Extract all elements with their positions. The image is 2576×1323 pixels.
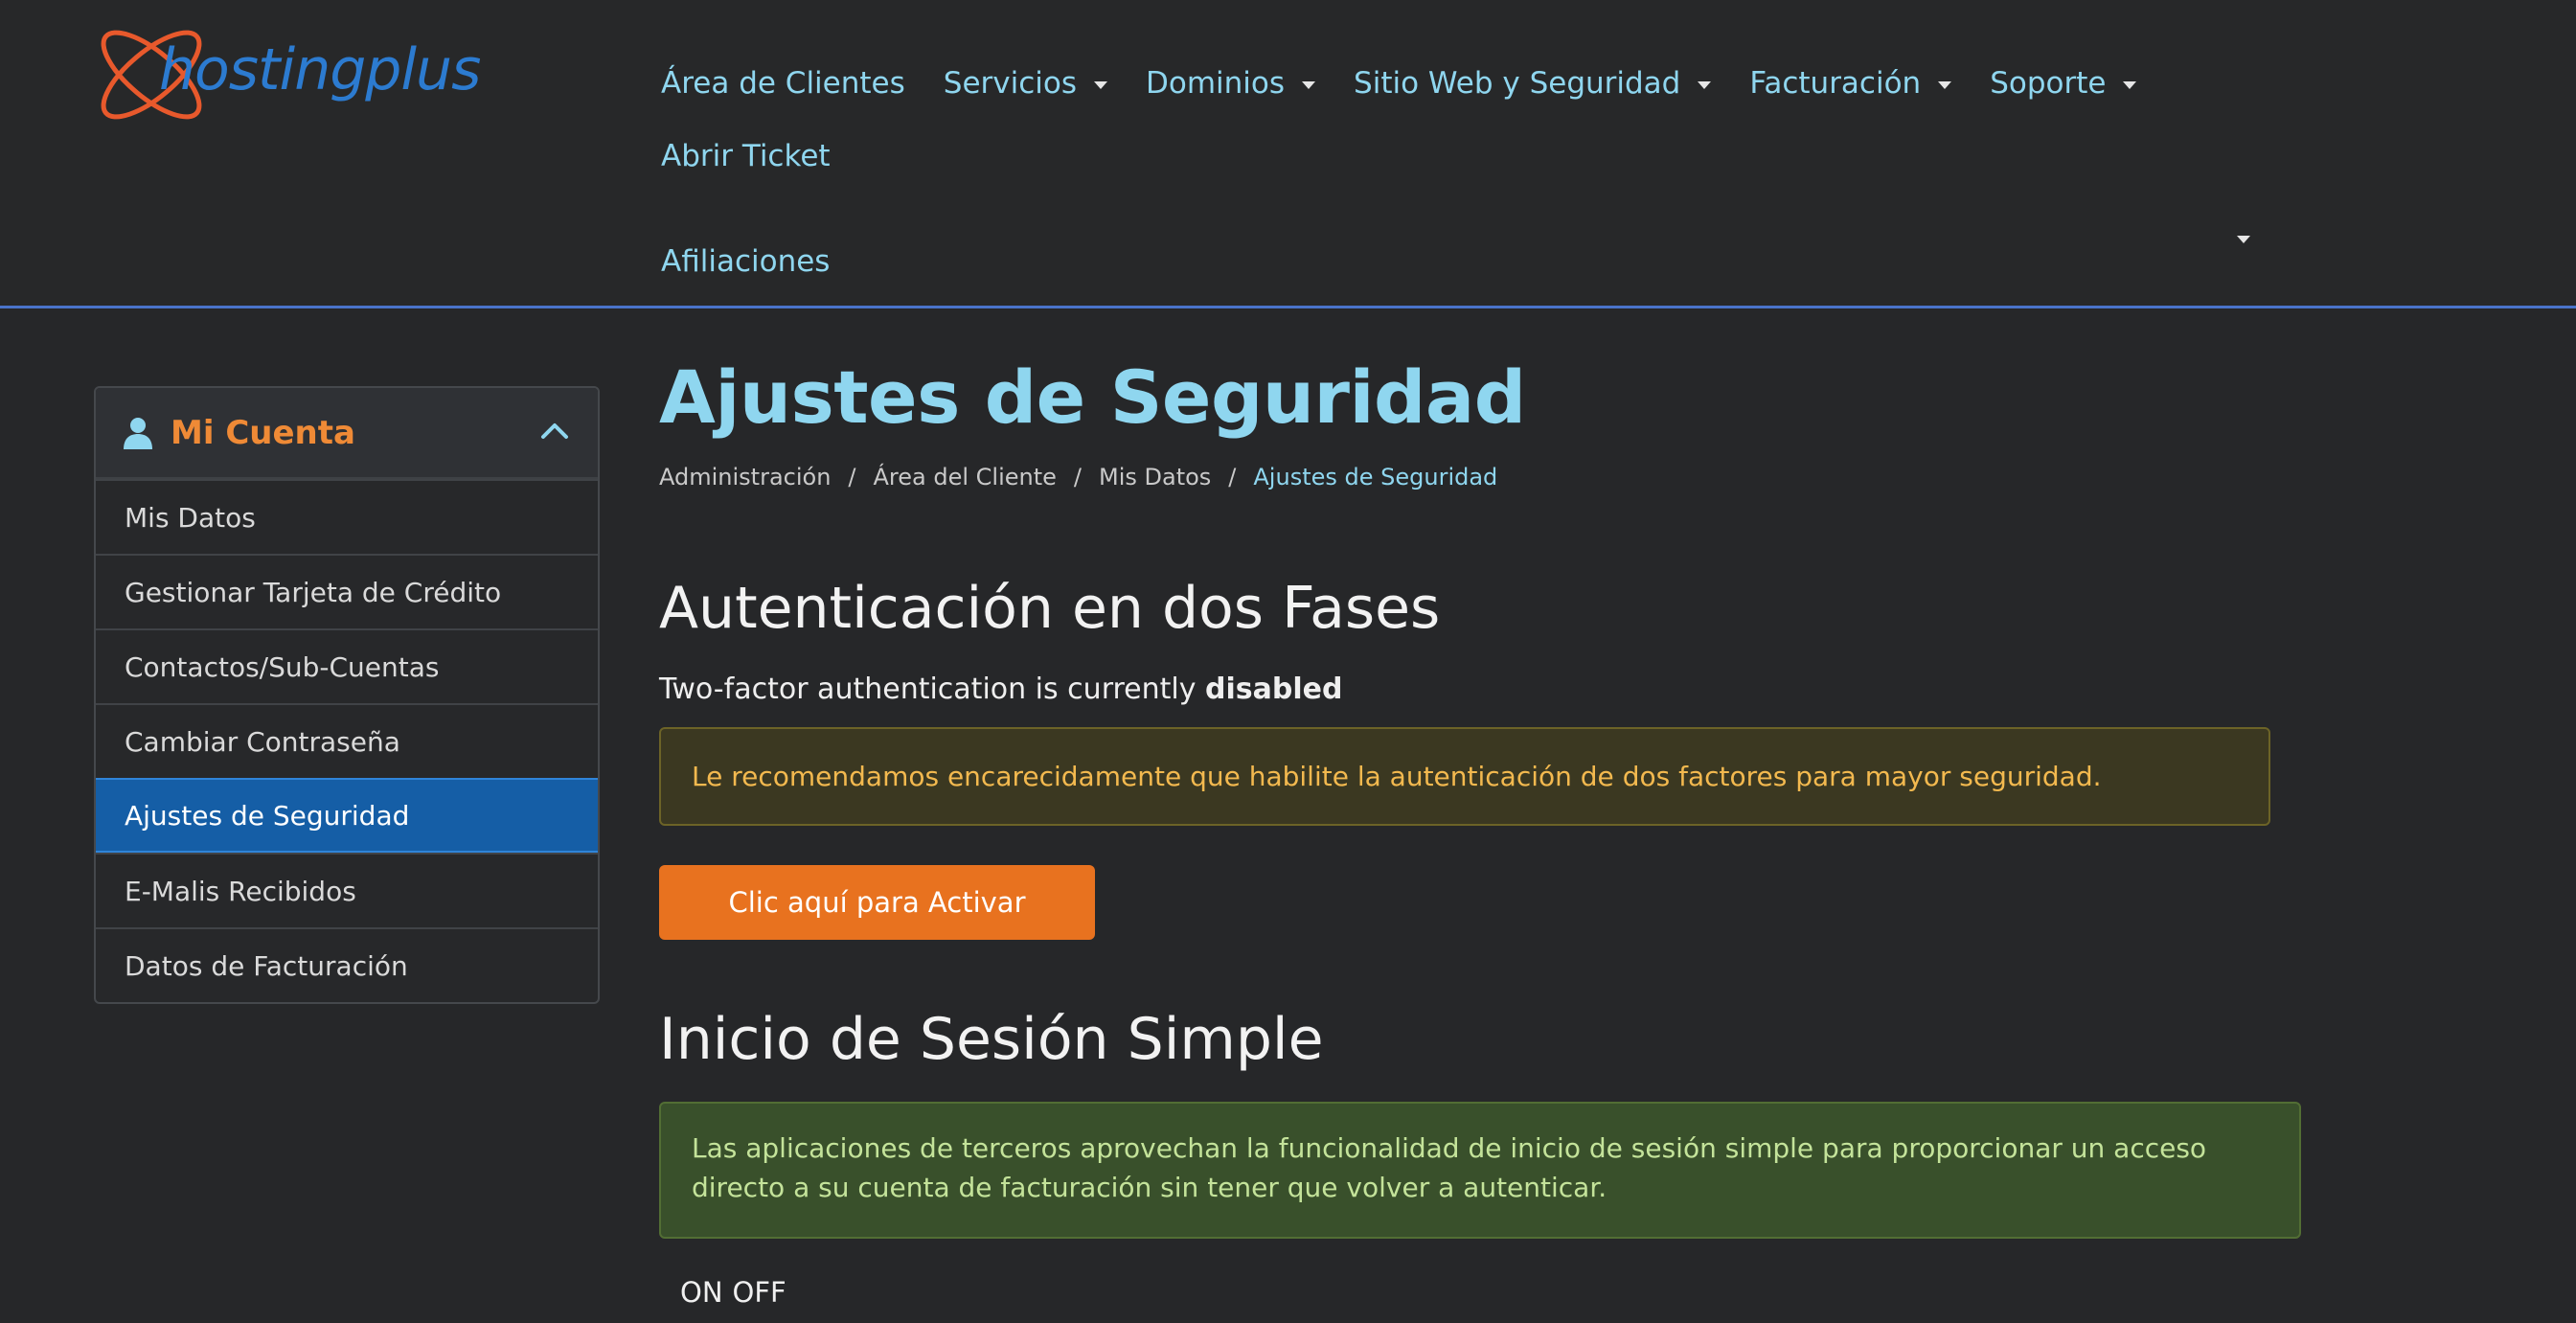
caret-down-icon	[1698, 81, 1712, 89]
sidebar-item-label: E-Malis Recibidos	[125, 875, 356, 907]
sidebar-item-label: Gestionar Tarjeta de Crédito	[125, 576, 502, 608]
two-factor-status: Two-factor authentication is currently d…	[659, 673, 1342, 706]
account-dropdown-caret-icon[interactable]	[2237, 236, 2250, 243]
nav-label: Dominios	[1146, 66, 1286, 101]
nav-label: Afiliaciones	[661, 244, 831, 279]
caret-down-icon	[1938, 81, 1952, 89]
breadcrumb: Administración / Área del Cliente / Mis …	[659, 464, 2326, 490]
breadcrumb-administracion[interactable]: Administración	[659, 464, 831, 490]
sidebar-item-ajustes-seguridad[interactable]: Ajustes de Seguridad	[96, 778, 598, 853]
caret-down-icon	[1094, 81, 1108, 89]
main-content: Ajustes de Seguridad Administración / Ár…	[659, 345, 2326, 1309]
breadcrumb-current: Ajustes de Seguridad	[1253, 464, 1498, 490]
activate-2fa-button[interactable]: Clic aquí para Activar	[659, 865, 1095, 940]
nav-area-clientes[interactable]: Área de Clientes	[661, 63, 905, 103]
sso-info-alert: Las aplicaciones de terceros aprovechan …	[659, 1102, 2301, 1239]
nav-label: Soporte	[1990, 66, 2107, 101]
sidebar-header[interactable]: Mi Cuenta	[96, 388, 598, 479]
sidebar-item-label: Ajustes de Seguridad	[125, 799, 410, 832]
account-sidebar: Mi Cuenta Mis Datos Gestionar Tarjeta de…	[94, 386, 600, 1004]
breadcrumb-separator: /	[1073, 464, 1082, 490]
sso-title: Inicio de Sesión Simple	[659, 1006, 1324, 1073]
sidebar-title: Mi Cuenta	[171, 413, 355, 452]
two-factor-status-value: disabled	[1205, 673, 1343, 706]
sidebar-item-mis-datos[interactable]: Mis Datos	[96, 479, 598, 554]
sidebar-item-tarjeta-credito[interactable]: Gestionar Tarjeta de Crédito	[96, 554, 598, 628]
breadcrumb-separator: /	[848, 464, 856, 490]
logo-wordmark: hostingplus	[159, 36, 481, 103]
sidebar-item-label: Datos de Facturación	[125, 949, 408, 982]
sidebar-item-emails-recibidos[interactable]: E-Malis Recibidos	[96, 853, 598, 927]
user-icon	[124, 417, 152, 449]
sidebar-item-datos-facturacion[interactable]: Datos de Facturación	[96, 927, 598, 1002]
nav-label: Abrir Ticket	[661, 139, 831, 173]
nav-label: Servicios	[943, 66, 1078, 101]
page-title: Ajustes de Seguridad	[659, 354, 1526, 440]
site-header: hostingplus Área de Clientes Servicios D…	[0, 0, 2576, 308]
sidebar-item-label: Cambiar Contraseña	[125, 725, 400, 758]
hostingplus-logo[interactable]: hostingplus	[96, 13, 508, 138]
two-factor-status-prefix: Two-factor authentication is currently	[659, 673, 1197, 706]
two-factor-title: Autenticación en dos Fases	[659, 575, 1441, 642]
nav-soporte[interactable]: Soporte	[1990, 63, 2137, 103]
two-factor-warning-alert: Le recomendamos encarecidamente que habi…	[659, 727, 2270, 826]
nav-facturacion[interactable]: Facturación	[1749, 63, 1952, 103]
caret-down-icon	[2123, 81, 2137, 89]
warning-text: Le recomendamos encarecidamente que habi…	[692, 761, 2102, 792]
breadcrumb-area-cliente[interactable]: Área del Cliente	[874, 464, 1057, 490]
sso-toggle[interactable]: ON OFF	[680, 1276, 786, 1309]
nav-label: Área de Clientes	[661, 66, 905, 101]
nav-sitio-web-seguridad[interactable]: Sitio Web y Seguridad	[1354, 63, 1712, 103]
nav-servicios[interactable]: Servicios	[943, 63, 1108, 103]
toggle-off-label: OFF	[732, 1276, 786, 1309]
nav-label: Facturación	[1749, 66, 1922, 101]
sidebar-item-cambiar-contrasena[interactable]: Cambiar Contraseña	[96, 703, 598, 778]
chevron-up-icon[interactable]	[540, 421, 569, 440]
toggle-on-label: ON	[680, 1276, 723, 1309]
sidebar-item-contactos[interactable]: Contactos/Sub-Cuentas	[96, 628, 598, 703]
nav-dominios[interactable]: Dominios	[1146, 63, 1316, 103]
nav-afiliaciones[interactable]: Afiliaciones	[661, 241, 830, 282]
breadcrumb-mis-datos[interactable]: Mis Datos	[1099, 464, 1211, 490]
sso-info-text: Las aplicaciones de terceros aprovechan …	[692, 1132, 2207, 1203]
sidebar-item-label: Contactos/Sub-Cuentas	[125, 650, 440, 683]
sidebar-item-label: Mis Datos	[125, 501, 256, 534]
caret-down-icon	[1302, 81, 1316, 89]
breadcrumb-separator: /	[1228, 464, 1237, 490]
nav-label: Sitio Web y Seguridad	[1354, 66, 1681, 101]
nav-abrir-ticket[interactable]: Abrir Ticket	[661, 136, 831, 176]
main-nav: Área de Clientes Servicios Dominios Siti…	[661, 63, 2290, 282]
